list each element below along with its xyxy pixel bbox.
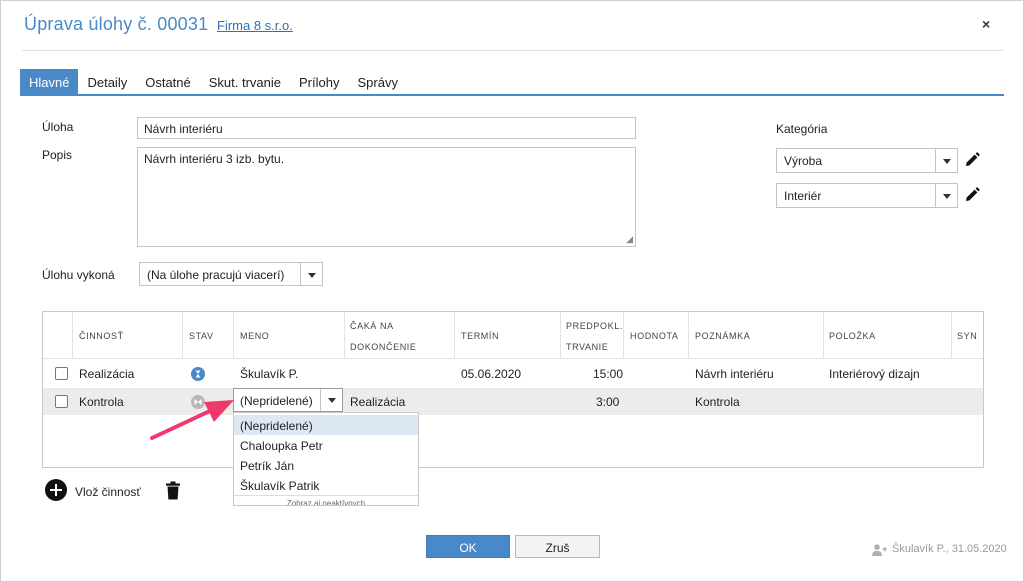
tab-attachments[interactable]: Prílohy (290, 69, 348, 95)
task-input[interactable]: Návrh interiéru (137, 117, 636, 139)
category-select-1-value: Výroba (784, 154, 823, 168)
description-label: Popis (42, 148, 73, 162)
row-checkbox[interactable] (55, 367, 68, 380)
description-textarea[interactable]: Návrh interiéru 3 izb. bytu. ◢ (137, 147, 636, 247)
row-duration: 15:00 (593, 367, 624, 381)
dropdown-option[interactable]: Petrík Ján (234, 455, 418, 475)
column-header-status[interactable]: STAV (189, 331, 214, 341)
column-divider (560, 312, 561, 358)
category-select-2[interactable]: Interiér (776, 183, 958, 208)
row-duration: 3:00 (596, 395, 620, 409)
column-divider (623, 312, 624, 358)
tab-messages[interactable]: Správy (348, 69, 406, 95)
row-waits: Realizácia (350, 395, 406, 409)
tab-bar: Hlavné Detaily Ostatné Skut. trvanie Prí… (20, 69, 407, 95)
row-deadline: 05.06.2020 (461, 367, 522, 381)
dropdown-option[interactable]: Škulavík Patrik (234, 475, 418, 495)
category-select-1[interactable]: Výroba (776, 148, 958, 173)
task-label: Úloha (42, 120, 74, 134)
tab-main[interactable]: Hlavné (20, 69, 79, 95)
assignee-label: Úlohu vykoná (42, 268, 115, 282)
row-name-dropdown[interactable]: (Nepridelené) (233, 388, 343, 412)
tab-other[interactable]: Ostatné (136, 69, 200, 95)
column-header-waits-2[interactable]: DOKONČENIE (350, 342, 417, 352)
row-note: Návrh interiéru (695, 367, 774, 381)
column-header-activity[interactable]: ČINNOSŤ (79, 331, 124, 341)
row-name-dropdown-value: (Nepridelené) (240, 394, 313, 408)
company-link[interactable]: Firma 8 s.r.o. (217, 18, 293, 33)
column-divider (182, 312, 183, 358)
dialog-title: Úprava úlohy č. 00031 (24, 14, 209, 34)
edit-pencil-icon[interactable] (964, 152, 980, 168)
tab-details[interactable]: Detaily (78, 69, 136, 95)
column-header-waits-1[interactable]: ČAKÁ NA (350, 321, 394, 331)
close-icon[interactable]: × (982, 16, 990, 32)
add-activity-icon[interactable] (45, 479, 67, 501)
trash-icon[interactable] (165, 481, 181, 500)
row-item: Interiérový dizajn (829, 367, 920, 381)
column-header-deadline[interactable]: TERMÍN (461, 331, 499, 341)
show-inactive-link[interactable]: Zobraz aj neaktívnych (234, 495, 418, 505)
add-user-icon (872, 544, 887, 556)
dropdown-option[interactable]: (Nepridelené) (234, 415, 418, 435)
column-header-expected-1[interactable]: PREDPOKL. (566, 321, 623, 331)
column-header-name[interactable]: MENO (240, 331, 269, 341)
assignee-select-value: (Na úlohe pracujú viacerí) (147, 268, 285, 282)
description-text: Návrh interiéru 3 izb. bytu. (144, 152, 285, 166)
resize-handle-icon[interactable]: ◢ (626, 234, 633, 245)
assignee-select[interactable]: (Na úlohe pracujú viacerí) (139, 262, 323, 286)
cancel-button[interactable]: Zruš (515, 535, 600, 558)
column-divider (233, 312, 234, 358)
chevron-down-icon[interactable] (300, 263, 322, 285)
status-in-progress-icon[interactable] (191, 367, 205, 381)
chevron-down-icon[interactable] (935, 184, 957, 207)
row-name: Škulavík P. (240, 367, 299, 381)
column-header-item[interactable]: POLOŽKA (829, 331, 876, 341)
category-label: Kategória (776, 122, 828, 136)
column-header-expected-2[interactable]: TRVANIE (566, 342, 608, 352)
column-divider (454, 312, 455, 358)
column-divider (344, 312, 345, 358)
column-header-value[interactable]: HODNOTA (630, 331, 679, 341)
column-divider (72, 312, 73, 358)
tab-actual-duration[interactable]: Skut. trvanie (200, 69, 290, 95)
category-select-2-value: Interiér (784, 189, 822, 203)
column-header-note[interactable]: POZNÁMKA (695, 331, 750, 341)
column-divider (688, 312, 689, 358)
name-dropdown-list: (Nepridelené) Chaloupka Petr Petrík Ján … (233, 412, 419, 506)
chevron-down-icon[interactable] (320, 389, 342, 411)
row-activity: Kontrola (79, 395, 124, 409)
column-divider (823, 312, 824, 358)
column-divider (951, 312, 952, 358)
edit-pencil-icon[interactable] (964, 187, 980, 203)
activities-grid: ČINNOSŤ STAV MENO ČAKÁ NA DOKONČENIE TER… (42, 311, 984, 468)
created-by-text: Škulavík P., 31.05.2020 (892, 543, 1007, 555)
header-divider (22, 50, 1003, 51)
row-activity: Realizácia (79, 367, 135, 381)
add-activity-label[interactable]: Vlož činnosť (75, 485, 141, 499)
row-checkbox[interactable] (55, 395, 68, 408)
header-divider (43, 358, 983, 359)
chevron-down-icon[interactable] (935, 149, 957, 172)
row-note: Kontrola (695, 395, 740, 409)
dropdown-option[interactable]: Chaloupka Petr (234, 435, 418, 455)
tab-underline (20, 94, 1004, 96)
column-header-syn[interactable]: SYN (957, 331, 977, 341)
annotation-arrow-icon (150, 400, 234, 440)
ok-button[interactable]: OK (426, 535, 510, 558)
